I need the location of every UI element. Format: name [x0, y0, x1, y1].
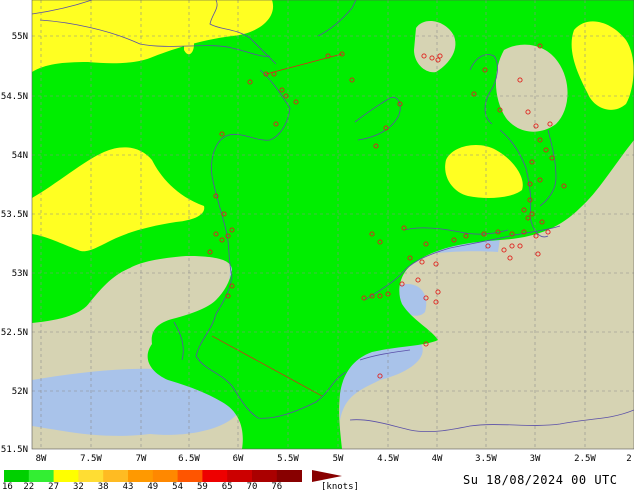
legend-swatch	[28, 470, 54, 482]
legend-swatch	[4, 470, 30, 482]
legend-swatch	[252, 470, 278, 482]
legend-label: 32	[73, 482, 84, 490]
legend-unit: [knots]	[321, 482, 359, 490]
legend-label: 70	[247, 482, 258, 490]
legend-swatch	[103, 470, 129, 482]
lon-label: 7W	[136, 454, 147, 464]
lon-label: 8W	[36, 454, 47, 464]
wind-gust-map: 55N 54.5N 54N 53.5N 53N 52.5N 52N 51.5N …	[1, 0, 634, 490]
lon-label: 5W	[333, 454, 344, 464]
legend-label: 22	[23, 482, 34, 490]
lon-label: 4W	[432, 454, 443, 464]
lon-label: 5.5W	[277, 454, 299, 464]
longitude-labels: 8W 7.5W 7W 6.5W 6W 5.5W 5W 4.5W 4W 3.5W …	[36, 454, 632, 464]
lon-label: 6W	[233, 454, 244, 464]
legend-label: 43	[123, 482, 134, 490]
lat-label: 55N	[12, 32, 28, 42]
legend-label: 76	[271, 482, 282, 490]
wind-speed-legend	[4, 470, 302, 482]
lat-label: 53.5N	[1, 210, 28, 220]
lon-label: 7.5W	[80, 454, 102, 464]
lon-label: 6.5W	[178, 454, 200, 464]
legend-swatch	[202, 470, 228, 482]
legend-swatch	[152, 470, 178, 482]
legend-swatch	[276, 470, 302, 482]
legend-swatch	[227, 470, 253, 482]
legend-swatch	[78, 470, 104, 482]
valid-time: Su 18/08/2024 00 UTC	[463, 473, 618, 487]
legend-label: 65	[222, 482, 233, 490]
latitude-labels: 55N 54.5N 54N 53.5N 53N 52.5N 52N 51.5N	[1, 32, 28, 455]
lat-label: 52N	[12, 387, 28, 397]
lon-label: 3W	[530, 454, 541, 464]
lon-label: 4.5W	[377, 454, 399, 464]
lon-label: 3.5W	[475, 454, 497, 464]
lon-label: 2.5W	[574, 454, 596, 464]
lat-label: 54.5N	[1, 92, 28, 102]
legend-swatch	[128, 470, 154, 482]
legend-label: 38	[98, 482, 109, 490]
legend-swatch	[53, 470, 79, 482]
legend-labels: 16 22 27 32 38 43 49 54 59 65 70 76	[2, 482, 282, 490]
legend-label: 59	[197, 482, 208, 490]
legend-arrow-tip	[312, 470, 342, 482]
legend-swatch	[177, 470, 203, 482]
lat-label: 53N	[12, 269, 28, 279]
lat-label: 52.5N	[1, 328, 28, 338]
lon-label: 2	[626, 454, 631, 464]
legend-label: 54	[172, 482, 183, 490]
legend-label: 27	[48, 482, 59, 490]
lat-label: 54N	[12, 151, 28, 161]
lat-label: 51.5N	[1, 445, 28, 455]
legend-label: 49	[147, 482, 158, 490]
legend-label: 16	[2, 482, 13, 490]
